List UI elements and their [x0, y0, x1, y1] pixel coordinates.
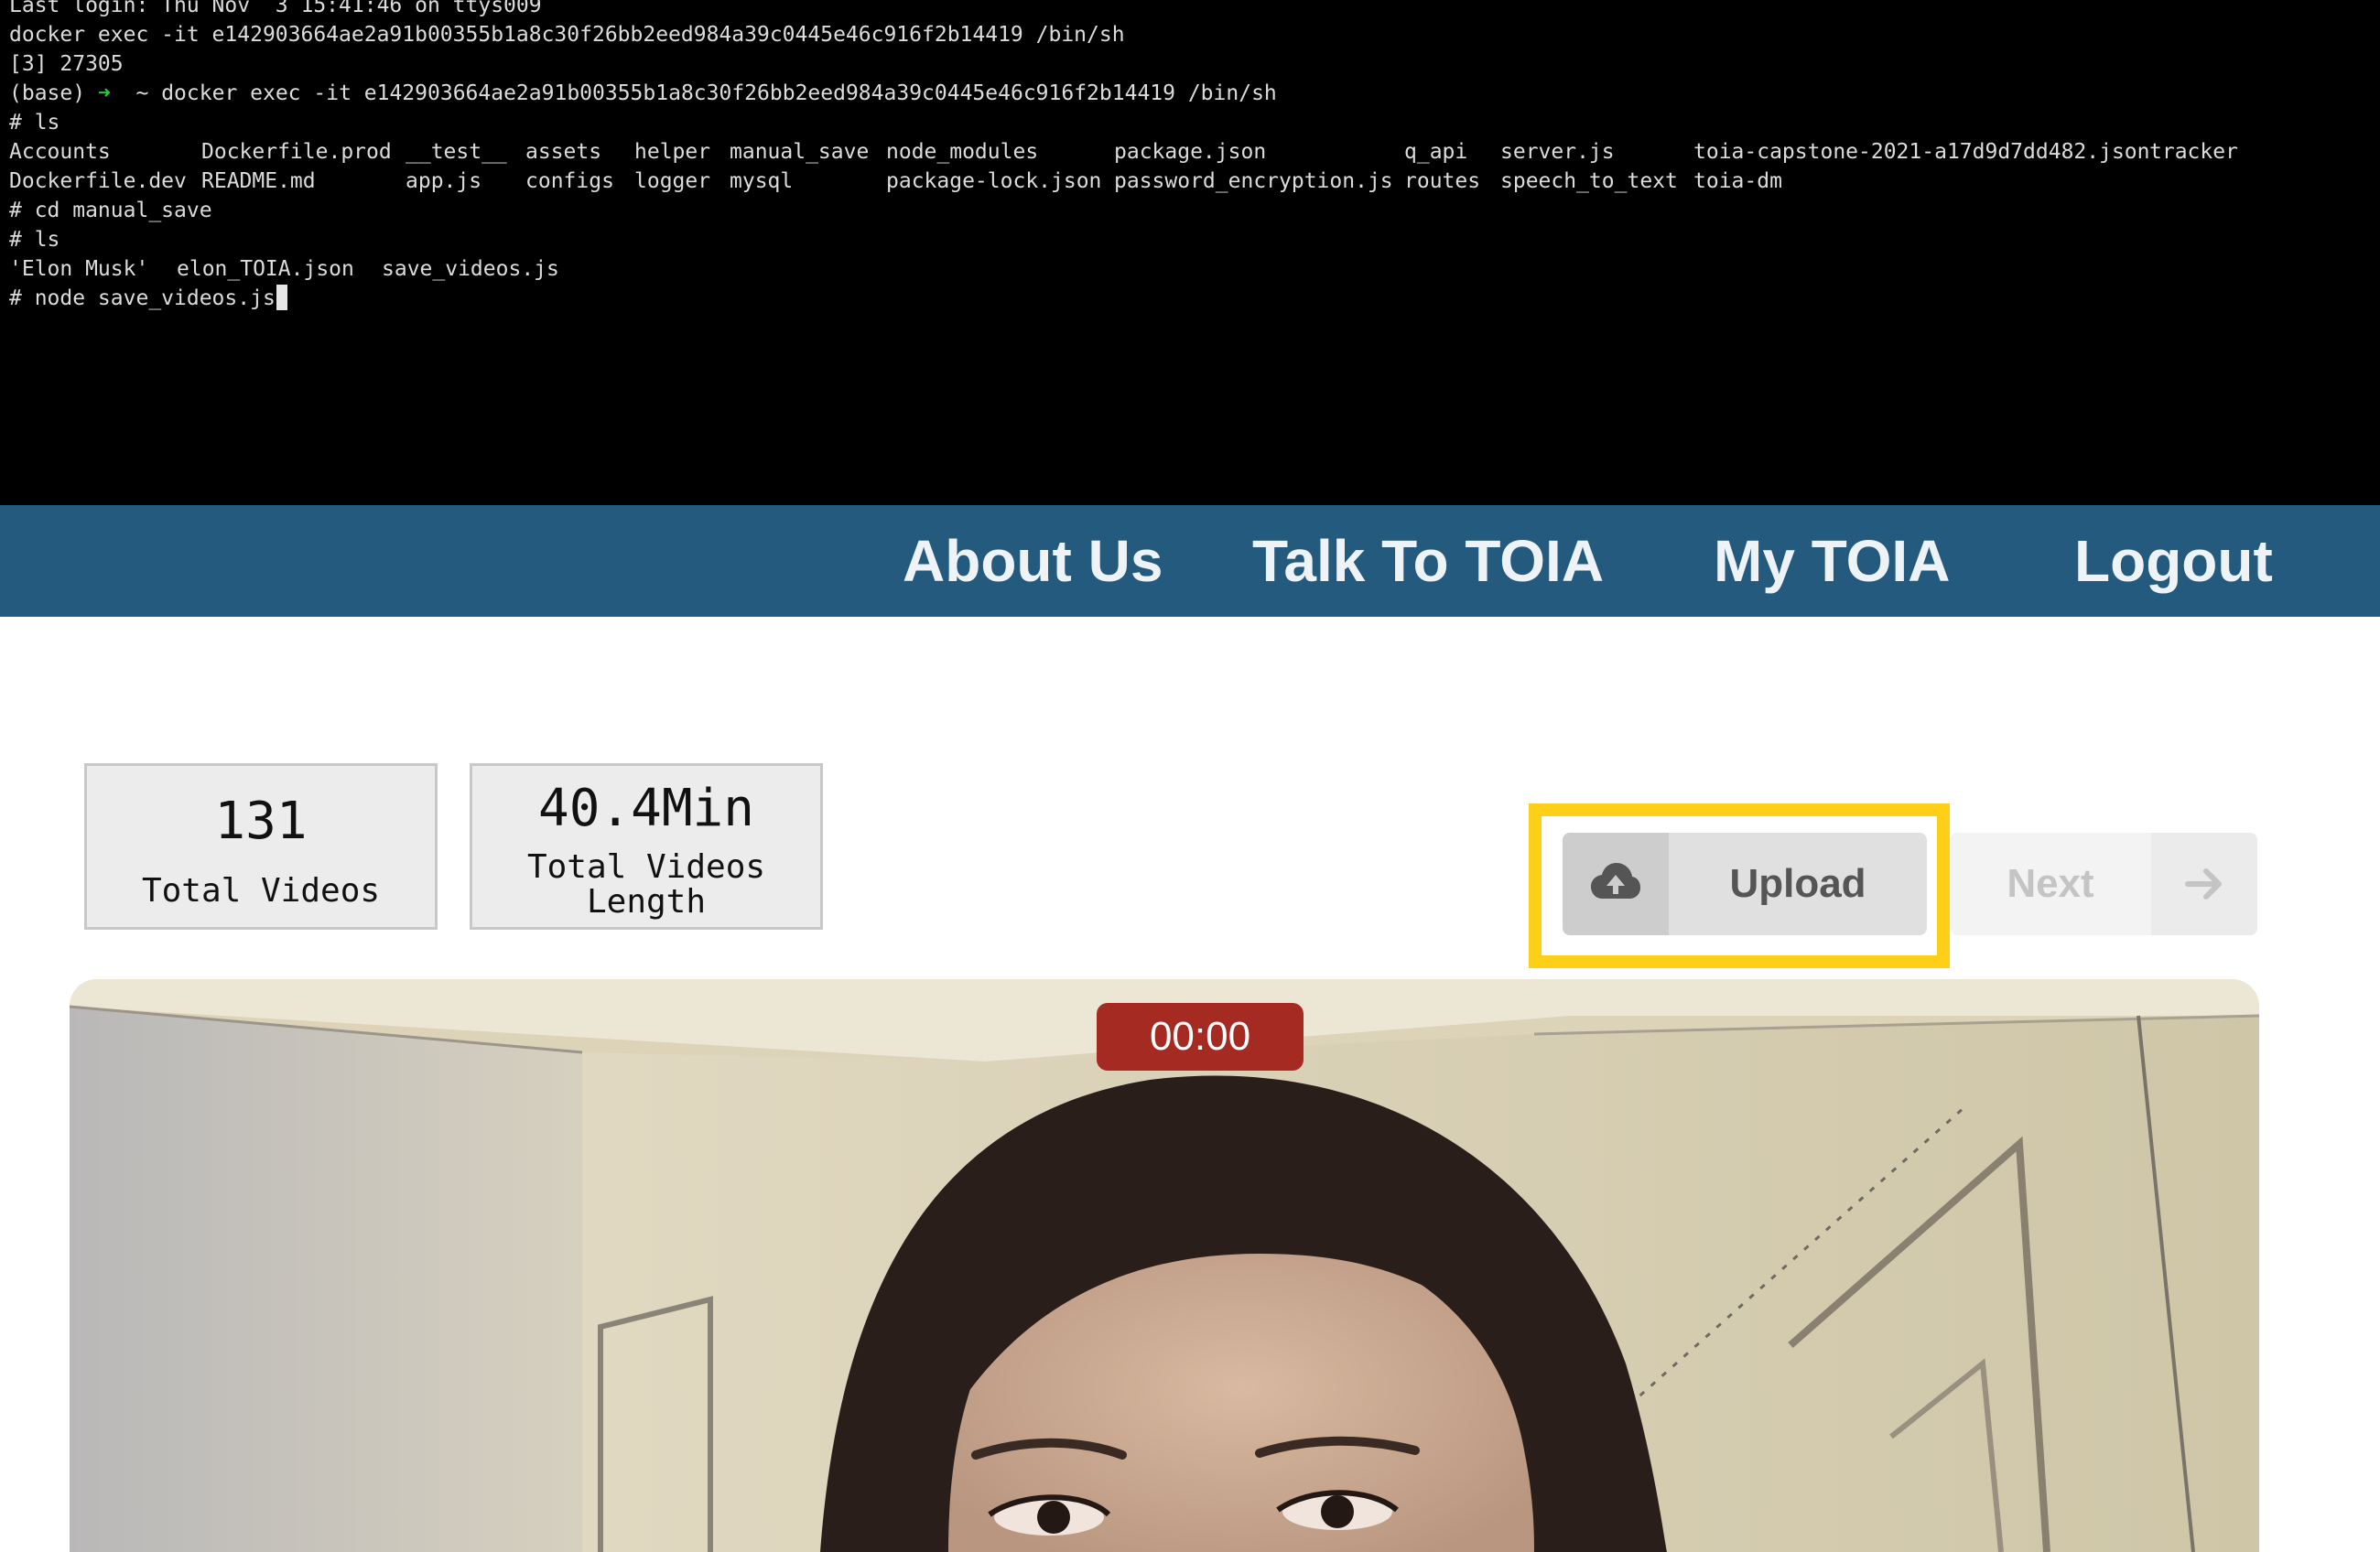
total-length-label-line2: Length [586, 883, 707, 921]
cloud-upload-icon [1563, 833, 1669, 935]
total-length-label: Total Videos [526, 848, 766, 886]
ls-entry: configs [525, 169, 614, 193]
nav-about-us[interactable]: About Us [903, 505, 1163, 617]
terminal-prompt-line: (base) ➜ ~ docker exec -it e142903664ae2… [9, 79, 1277, 108]
arrow-right-icon [2151, 833, 2257, 935]
terminal-line: # cd manual_save [9, 199, 212, 222]
ls-entry: README.md [201, 169, 316, 193]
ls-output-row: Dockerfile.dev README.md app.js configs … [9, 167, 2371, 196]
upload-label: Upload [1729, 861, 1866, 906]
ls-entry: 'Elon Musk' [9, 257, 149, 281]
terminal-line: # ls [9, 111, 60, 135]
ls-entry: package-lock.json [886, 169, 1102, 193]
prompt-arrow-icon: ➜ [97, 81, 111, 105]
terminal-input-line[interactable]: # node save_videos.js [9, 284, 287, 313]
ls-entry: logger [634, 169, 711, 193]
top-navbar: About Us Talk To TOIA My TOIA Logout [0, 505, 2380, 617]
ls-entry: elon_TOIA.json [177, 257, 354, 281]
terminal-command: # node save_videos.js [9, 286, 276, 310]
terminal-line: Last login: Thu Nov 3 15:41:46 on ttys00… [9, 0, 542, 17]
ls-entry: password_encryption.js [1114, 169, 1393, 193]
ls-entry: mysql [730, 169, 794, 193]
ls-entry: speech_to_text [1500, 169, 1678, 193]
terminal-line: [3] 27305 [9, 52, 124, 76]
ls-entry: toia-capstone-2021-a17d9d7dd482.json [1693, 140, 2150, 164]
upload-button[interactable]: Upload [1563, 833, 1927, 935]
ls-entry: routes [1404, 169, 1481, 193]
prompt-prefix: (base) [9, 81, 86, 105]
terminal-command: ~ docker exec -it e142903664ae2a91b00355… [135, 81, 1277, 105]
next-label: Next [2007, 861, 2094, 906]
ls-entry: q_api [1404, 140, 1468, 164]
ls-entry: __test__ [406, 140, 507, 164]
ls-entry: save_videos.js [382, 257, 559, 281]
ls-output-row: Accounts Dockerfile.prod __test__ assets… [9, 137, 2371, 167]
terminal-window[interactable]: Last login: Thu Nov 3 15:41:46 on ttys00… [0, 0, 2380, 505]
total-length-value: 40.4Min [537, 779, 754, 838]
terminal-cursor [276, 285, 287, 310]
ls-entry: Dockerfile.dev [9, 169, 187, 193]
nav-my-toia[interactable]: My TOIA [1714, 505, 1950, 617]
next-button[interactable]: Next [1950, 833, 2257, 935]
ls-entry: package.json [1114, 140, 1267, 164]
total-videos-value: 131 [214, 792, 308, 851]
ls-entry: toia-dm [1693, 169, 1782, 193]
nav-talk-to-toia[interactable]: Talk To TOIA [1252, 505, 1604, 617]
ls-entry: assets [525, 140, 602, 164]
ls-entry: Accounts [9, 140, 111, 164]
terminal-line: docker exec -it e142903664ae2a91b00355b1… [9, 23, 1125, 47]
total-length-card: 40.4Min Total Videos Length [470, 763, 823, 930]
ls-entry: app.js [406, 169, 482, 193]
total-videos-label: Total Videos [141, 872, 381, 910]
recording-timer: 00:00 [1097, 1003, 1304, 1071]
ls-entry: server.js [1500, 140, 1615, 164]
ls-entry: helper [634, 140, 711, 164]
total-videos-card: 131 Total Videos [84, 763, 438, 930]
ls-entry: tracker [2149, 140, 2238, 164]
terminal-line: # ls [9, 228, 60, 252]
nav-logout[interactable]: Logout [2074, 505, 2273, 617]
ls-entry: Dockerfile.prod [201, 140, 392, 164]
ls-output-row: 'Elon Musk' elon_TOIA.json save_videos.j… [9, 254, 650, 284]
ls-entry: node_modules [886, 140, 1039, 164]
ls-entry: manual_save [730, 140, 870, 164]
